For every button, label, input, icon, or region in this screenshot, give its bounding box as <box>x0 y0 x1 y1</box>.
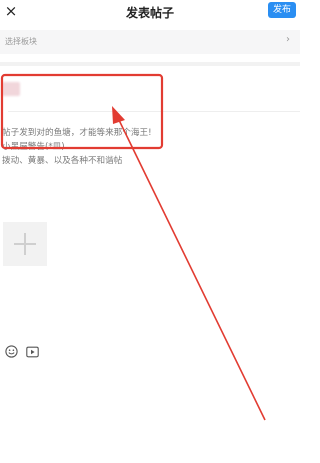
top-bar: × 发表帖子 发布 <box>0 0 300 24</box>
plus-icon-vertical <box>24 233 26 255</box>
body-placeholder-line-2: 小黑屋警告(*皿) <box>2 142 65 152</box>
chevron-right-icon: › <box>286 34 290 45</box>
publish-button[interactable]: 发布 <box>268 2 296 18</box>
body-placeholder-line-3: 拨动、黄暴、以及各种不和谐帖 <box>2 156 123 166</box>
section-divider <box>0 62 300 66</box>
page-title: 发表帖子 <box>125 6 174 20</box>
blurred-title-text <box>2 82 20 96</box>
post-body-input[interactable]: 帖子发到对的鱼塘，才能等来那个海王! 小黑屋警告(*皿) 拨动、黄暴、以及各种不… <box>2 126 202 168</box>
board-selector[interactable]: 选择板块 › <box>0 30 300 54</box>
body-placeholder-line-1: 帖子发到对的鱼塘，才能等来那个海王! <box>2 128 152 138</box>
add-image-button[interactable] <box>3 222 47 266</box>
board-selector-label: 选择板块 <box>5 37 37 46</box>
emoji-icon[interactable] <box>5 345 18 358</box>
title-underline <box>8 111 300 112</box>
video-icon[interactable] <box>26 346 39 358</box>
post-title-input[interactable] <box>0 74 300 110</box>
